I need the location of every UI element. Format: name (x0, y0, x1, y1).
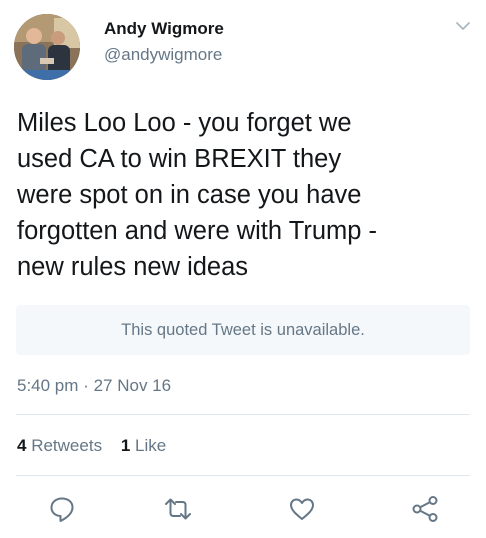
tweet-actions (0, 494, 486, 524)
likes-label: Like (135, 436, 167, 455)
divider (16, 475, 470, 476)
tweet-text: Miles Loo Loo - you forget we used CA to… (17, 105, 472, 285)
retweets-count: 4 (17, 436, 27, 455)
tweet-text-line: used CA to win BREXIT they (17, 145, 342, 173)
divider (16, 414, 470, 415)
tweet-text-line: Miles Loo Loo - you forget we (17, 109, 352, 137)
tweet-text-line: forgotten and were with Trump - (17, 217, 378, 245)
engagement-stats: 4 Retweets 1 Like (17, 436, 180, 456)
quoted-tweet-message: This quoted Tweet is unavailable. (121, 320, 365, 339)
likes-stat[interactable]: 1 Like (121, 436, 166, 455)
retweets-label: Retweets (31, 436, 103, 455)
author-name[interactable]: Andy Wigmore (104, 19, 224, 39)
tweet-text-line: new rules new ideas (17, 253, 249, 281)
likes-count: 1 (120, 436, 131, 455)
retweet-icon[interactable] (163, 494, 193, 524)
chevron-down-icon[interactable] (453, 16, 473, 36)
reply-icon[interactable] (47, 494, 77, 524)
tweet-date: 27 Nov 16 (93, 376, 172, 395)
tweet-time: 5:40 pm (17, 376, 79, 395)
tweet-card: Andy Wigmore @andywigmore Miles Loo Loo … (0, 0, 486, 538)
timestamp-separator: · (83, 376, 89, 395)
like-icon[interactable] (287, 494, 317, 524)
retweets-stat[interactable]: 4 Retweets (17, 436, 102, 455)
avatar[interactable] (14, 14, 80, 80)
share-icon[interactable] (410, 494, 440, 524)
tweet-text-line: were spot on in case you have (17, 181, 362, 209)
author-handle[interactable]: @andywigmore (104, 45, 222, 65)
quoted-tweet-unavailable: This quoted Tweet is unavailable. (16, 305, 470, 355)
tweet-timestamp[interactable]: 5:40 pm · 27 Nov 16 (17, 376, 171, 396)
